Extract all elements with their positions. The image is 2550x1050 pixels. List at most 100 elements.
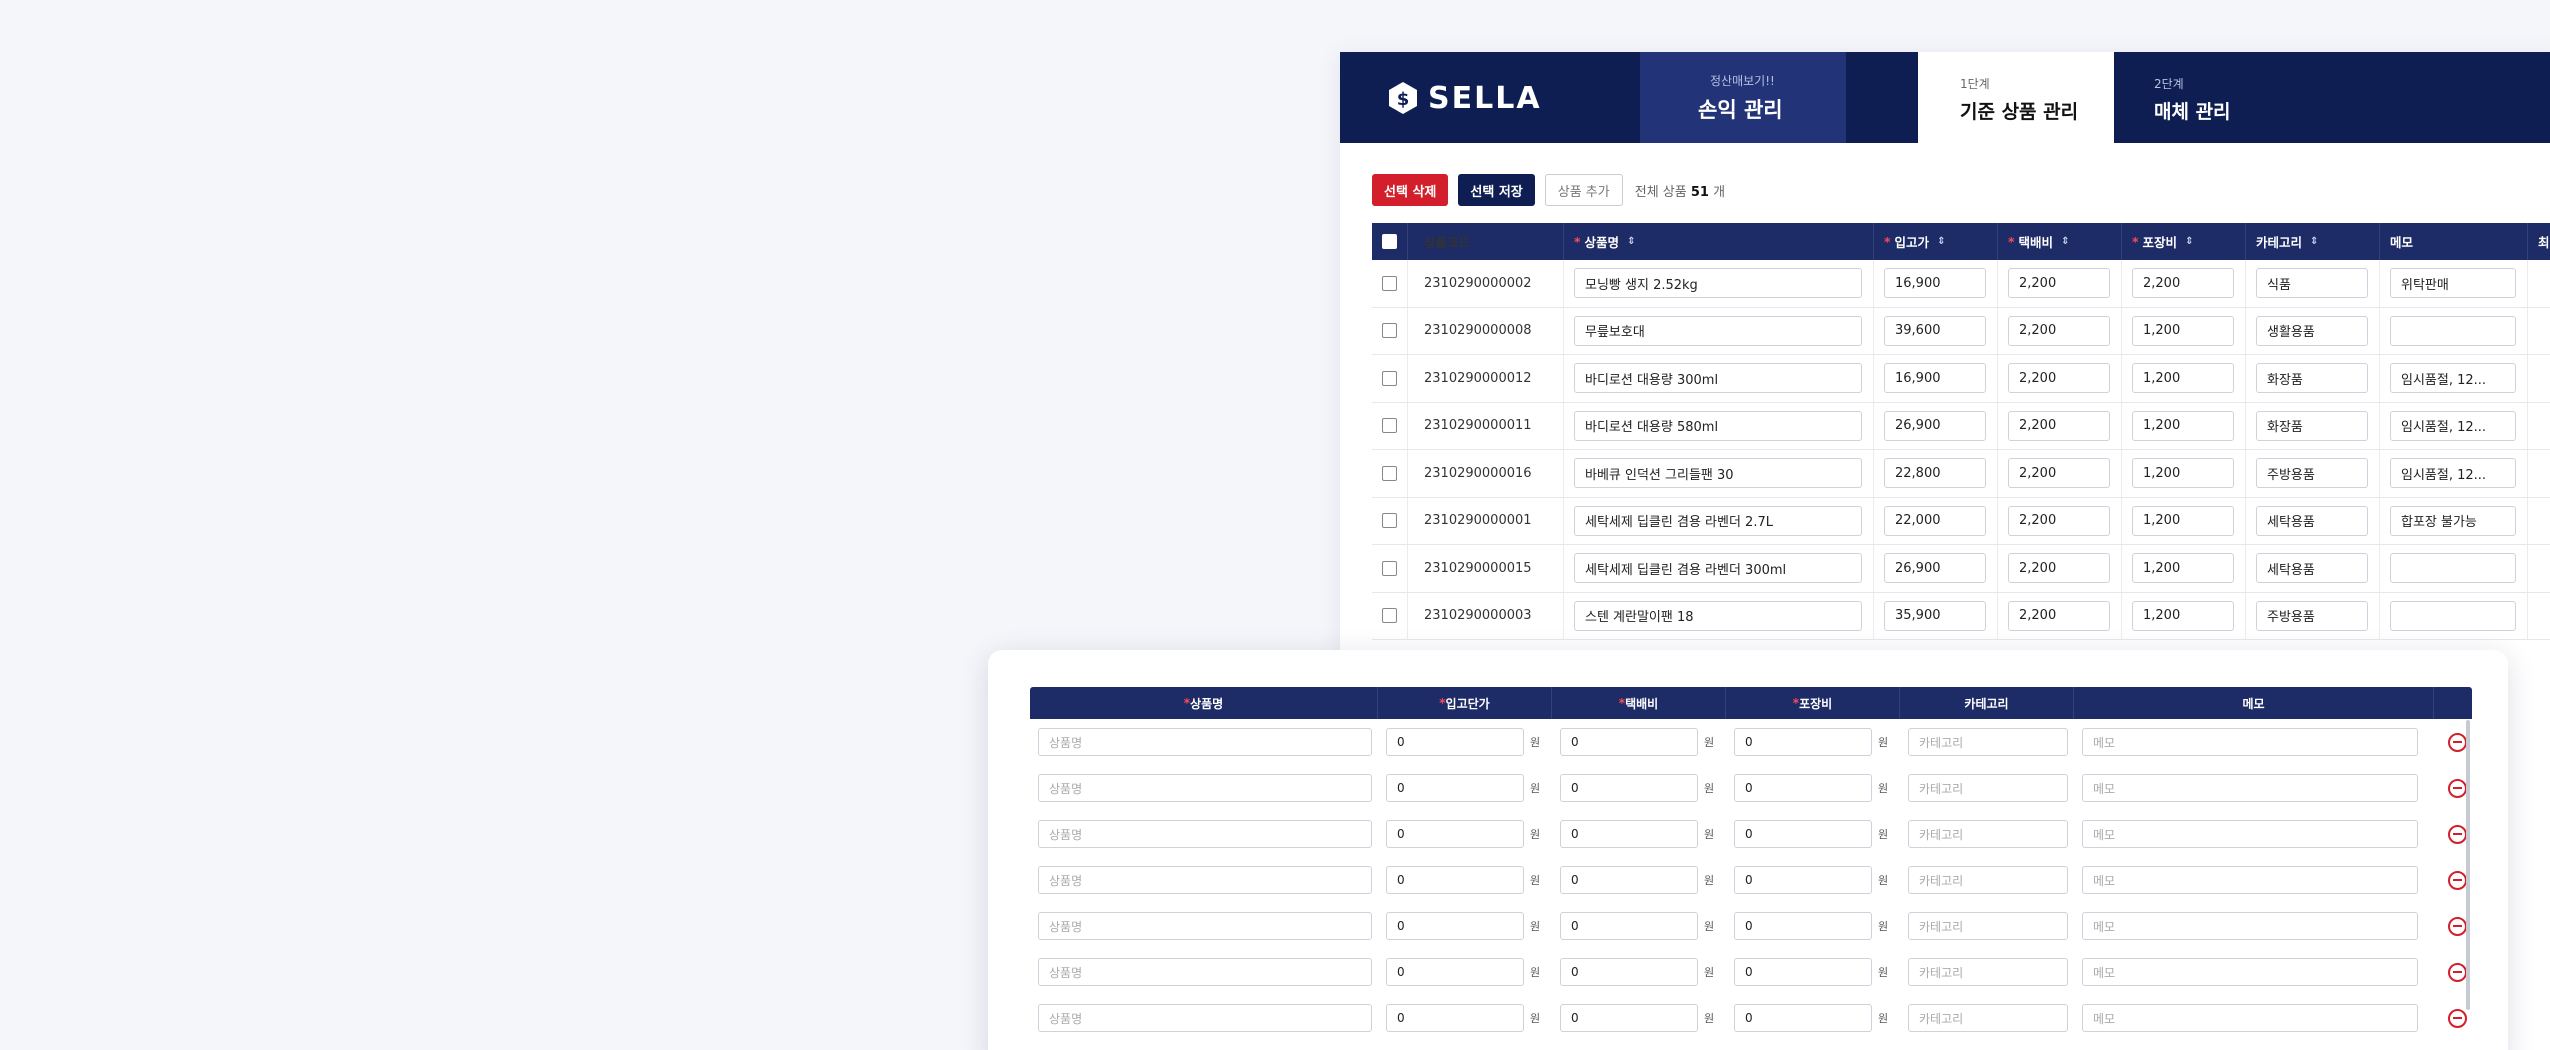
- remove-row-icon[interactable]: [2448, 778, 2467, 798]
- product-name-input[interactable]: 상품명: [1038, 728, 1372, 756]
- remove-row-icon[interactable]: [2448, 962, 2467, 982]
- ship-fee-input[interactable]: 0: [1560, 728, 1698, 756]
- ship-fee-field[interactable]: 2,200: [2008, 315, 2110, 346]
- header-ship[interactable]: * 택배비 ⇕: [1998, 223, 2122, 260]
- category-field[interactable]: 식품: [2256, 268, 2368, 299]
- name-field[interactable]: 모닝빵 생지 2.52kg: [1574, 268, 1862, 299]
- sort-icon[interactable]: ⇕: [1627, 236, 1635, 247]
- cost-input[interactable]: 0: [1386, 820, 1524, 848]
- memo-field[interactable]: [2390, 315, 2516, 346]
- pack-fee-input[interactable]: 0: [1734, 866, 1872, 894]
- category-input[interactable]: 카테고리: [1908, 912, 2068, 940]
- pack-fee-field[interactable]: 1,200: [2132, 315, 2234, 346]
- ship-fee-field[interactable]: 2,200: [2008, 410, 2110, 441]
- pack-fee-field[interactable]: 1,200: [2132, 505, 2234, 536]
- cost-field[interactable]: 35,900: [1884, 600, 1986, 631]
- product-name-input[interactable]: 상품명: [1038, 820, 1372, 848]
- cost-input[interactable]: 0: [1386, 866, 1524, 894]
- cost-field[interactable]: 22,800: [1884, 458, 1986, 489]
- memo-input[interactable]: 메모: [2082, 958, 2418, 986]
- category-field[interactable]: 화장품: [2256, 410, 2368, 441]
- memo-field[interactable]: 임시품절, 12...: [2390, 363, 2516, 394]
- delete-selected-button[interactable]: 선택 삭제: [1372, 174, 1449, 206]
- category-input[interactable]: 카테고리: [1908, 866, 2068, 894]
- ship-fee-input[interactable]: 0: [1560, 958, 1698, 986]
- memo-input[interactable]: 메모: [2082, 912, 2418, 940]
- memo-field[interactable]: 임시품절, 12...: [2390, 410, 2516, 441]
- cost-field[interactable]: 26,900: [1884, 553, 1986, 584]
- pack-fee-input[interactable]: 0: [1734, 912, 1872, 940]
- category-field[interactable]: 세탁용품: [2256, 553, 2368, 584]
- product-name-input[interactable]: 상품명: [1038, 866, 1372, 894]
- add-product-button[interactable]: 상품 추가: [1544, 174, 1623, 206]
- row-checkbox[interactable]: [1382, 418, 1397, 434]
- ship-fee-field[interactable]: 2,200: [2008, 458, 2110, 489]
- cost-field[interactable]: 16,900: [1884, 268, 1986, 299]
- pack-fee-field[interactable]: 1,200: [2132, 553, 2234, 584]
- pack-fee-field[interactable]: 1,200: [2132, 600, 2234, 631]
- remove-row-icon[interactable]: [2448, 732, 2467, 752]
- category-field[interactable]: 주방용품: [2256, 600, 2368, 631]
- select-all-checkbox[interactable]: [1382, 234, 1397, 249]
- memo-field[interactable]: [2390, 553, 2516, 584]
- memo-field[interactable]: 임시품절, 12...: [2390, 458, 2516, 489]
- ship-fee-field[interactable]: 2,200: [2008, 553, 2110, 584]
- ship-fee-input[interactable]: 0: [1560, 912, 1698, 940]
- ship-fee-field[interactable]: 2,200: [2008, 363, 2110, 394]
- ship-fee-field[interactable]: 2,200: [2008, 600, 2110, 631]
- cost-field[interactable]: 39,600: [1884, 315, 1986, 346]
- remove-row-icon[interactable]: [2448, 870, 2467, 890]
- memo-input[interactable]: 메모: [2082, 728, 2418, 756]
- ship-fee-input[interactable]: 0: [1560, 1004, 1698, 1032]
- category-input[interactable]: 카테고리: [1908, 1004, 2068, 1032]
- category-input[interactable]: 카테고리: [1908, 774, 2068, 802]
- name-field[interactable]: 무릎보호대: [1574, 315, 1862, 346]
- cost-field[interactable]: 16,900: [1884, 363, 1986, 394]
- tab-media[interactable]: 2단계 매체 관리: [2114, 52, 2314, 143]
- cost-input[interactable]: 0: [1386, 958, 1524, 986]
- row-checkbox[interactable]: [1382, 560, 1397, 576]
- cost-input[interactable]: 0: [1386, 728, 1524, 756]
- ship-fee-input[interactable]: 0: [1560, 866, 1698, 894]
- ship-fee-field[interactable]: 2,200: [2008, 505, 2110, 536]
- pack-fee-input[interactable]: 0: [1734, 728, 1872, 756]
- memo-field[interactable]: [2390, 600, 2516, 631]
- category-field[interactable]: 주방용품: [2256, 458, 2368, 489]
- name-field[interactable]: 세탁세제 딥클린 겸용 라벤더 2.7L: [1574, 505, 1862, 536]
- sort-icon[interactable]: ⇕: [2061, 236, 2069, 247]
- header-pack[interactable]: * 포장비 ⇕: [2122, 223, 2246, 260]
- remove-row-icon[interactable]: [2448, 824, 2467, 844]
- pack-fee-field[interactable]: 1,200: [2132, 458, 2234, 489]
- header-memo[interactable]: 메모: [2380, 223, 2528, 260]
- sort-icon[interactable]: ⇕: [1937, 236, 1945, 247]
- row-checkbox[interactable]: [1382, 513, 1397, 529]
- sort-icon[interactable]: ⇕: [2310, 236, 2318, 247]
- remove-row-icon[interactable]: [2448, 1008, 2467, 1028]
- row-checkbox[interactable]: [1382, 275, 1397, 291]
- category-input[interactable]: 카테고리: [1908, 958, 2068, 986]
- ship-fee-input[interactable]: 0: [1560, 774, 1698, 802]
- row-checkbox[interactable]: [1382, 370, 1397, 386]
- tab-base-product[interactable]: 1단계 기준 상품 관리: [1918, 52, 2114, 143]
- pack-fee-input[interactable]: 0: [1734, 774, 1872, 802]
- header-name[interactable]: * 상품명 ⇕: [1564, 223, 1874, 260]
- ship-fee-input[interactable]: 0: [1560, 820, 1698, 848]
- sort-icon[interactable]: ⇕: [2185, 236, 2193, 247]
- save-selected-button[interactable]: 선택 저장: [1458, 174, 1535, 206]
- memo-input[interactable]: 메모: [2082, 774, 2418, 802]
- product-name-input[interactable]: 상품명: [1038, 1004, 1372, 1032]
- pack-fee-input[interactable]: 0: [1734, 958, 1872, 986]
- pack-fee-input[interactable]: 0: [1734, 1004, 1872, 1032]
- category-input[interactable]: 카테고리: [1908, 820, 2068, 848]
- name-field[interactable]: 스텐 계란말이팬 18: [1574, 600, 1862, 631]
- pack-fee-field[interactable]: 1,200: [2132, 363, 2234, 394]
- name-field[interactable]: 바디로션 대용량 300ml: [1574, 363, 1862, 394]
- memo-field[interactable]: 위탁판매: [2390, 268, 2516, 299]
- category-field[interactable]: 화장품: [2256, 363, 2368, 394]
- product-name-input[interactable]: 상품명: [1038, 774, 1372, 802]
- row-checkbox[interactable]: [1382, 608, 1397, 624]
- memo-input[interactable]: 메모: [2082, 820, 2418, 848]
- cost-input[interactable]: 0: [1386, 774, 1524, 802]
- name-field[interactable]: 바디로션 대용량 580ml: [1574, 410, 1862, 441]
- cost-input[interactable]: 0: [1386, 912, 1524, 940]
